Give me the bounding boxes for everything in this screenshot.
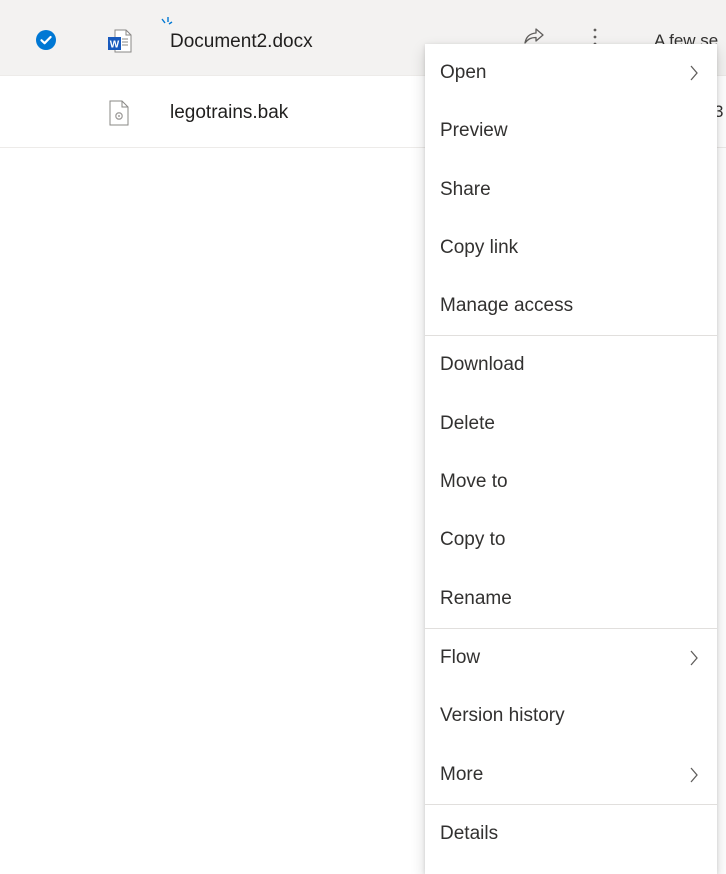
selected-checkmark-icon[interactable]: [36, 30, 56, 50]
file-name[interactable]: Document2.docx: [170, 31, 313, 53]
chevron-right-icon: [690, 767, 698, 782]
file-name[interactable]: legotrains.bak: [170, 102, 288, 124]
menu-item-version-history[interactable]: Version history: [425, 687, 717, 745]
menu-item-share[interactable]: Share: [425, 161, 717, 219]
menu-item-move-to[interactable]: Move to: [425, 453, 717, 511]
menu-item-preview[interactable]: Preview: [425, 102, 717, 160]
generic-file-icon: [109, 100, 129, 126]
menu-item-more[interactable]: More: [425, 746, 717, 804]
chevron-right-icon: [690, 650, 698, 666]
menu-item-label: More: [440, 763, 484, 785]
word-document-icon: W: [108, 29, 132, 53]
menu-item-label: Flow: [440, 646, 481, 668]
menu-item-label: Version history: [440, 705, 565, 727]
menu-item-label: Details: [440, 822, 499, 844]
menu-item-label: Move to: [440, 471, 508, 493]
menu-item-label: Copy link: [440, 236, 519, 258]
menu-item-label: Download: [440, 354, 525, 376]
share-icon[interactable]: [522, 26, 546, 46]
menu-item-open[interactable]: Open: [425, 44, 717, 102]
menu-item-label: Rename: [440, 587, 512, 609]
new-file-spark-icon: [161, 17, 173, 25]
menu-item-manage-access[interactable]: Manage access: [425, 277, 717, 335]
menu-item-copy-to[interactable]: Copy to: [425, 511, 717, 569]
menu-item-label: Preview: [440, 120, 508, 142]
menu-item-copy-link[interactable]: Copy link: [425, 219, 717, 277]
svg-text:W: W: [110, 40, 120, 51]
menu-item-label: Share: [440, 178, 491, 200]
menu-item-delete[interactable]: Delete: [425, 395, 717, 453]
menu-item-label: Open: [440, 62, 487, 83]
menu-item-download[interactable]: Download: [425, 336, 717, 394]
menu-item-details[interactable]: Details: [425, 805, 717, 863]
menu-item-label: Manage access: [440, 295, 574, 317]
context-menu: Open Preview Share Copy link Manage acce…: [425, 44, 717, 874]
menu-item-flow[interactable]: Flow: [425, 629, 717, 687]
chevron-right-icon: [690, 65, 698, 81]
menu-item-label: Delete: [440, 412, 495, 434]
menu-item-label: Copy to: [440, 529, 506, 551]
menu-item-rename[interactable]: Rename: [425, 570, 717, 628]
